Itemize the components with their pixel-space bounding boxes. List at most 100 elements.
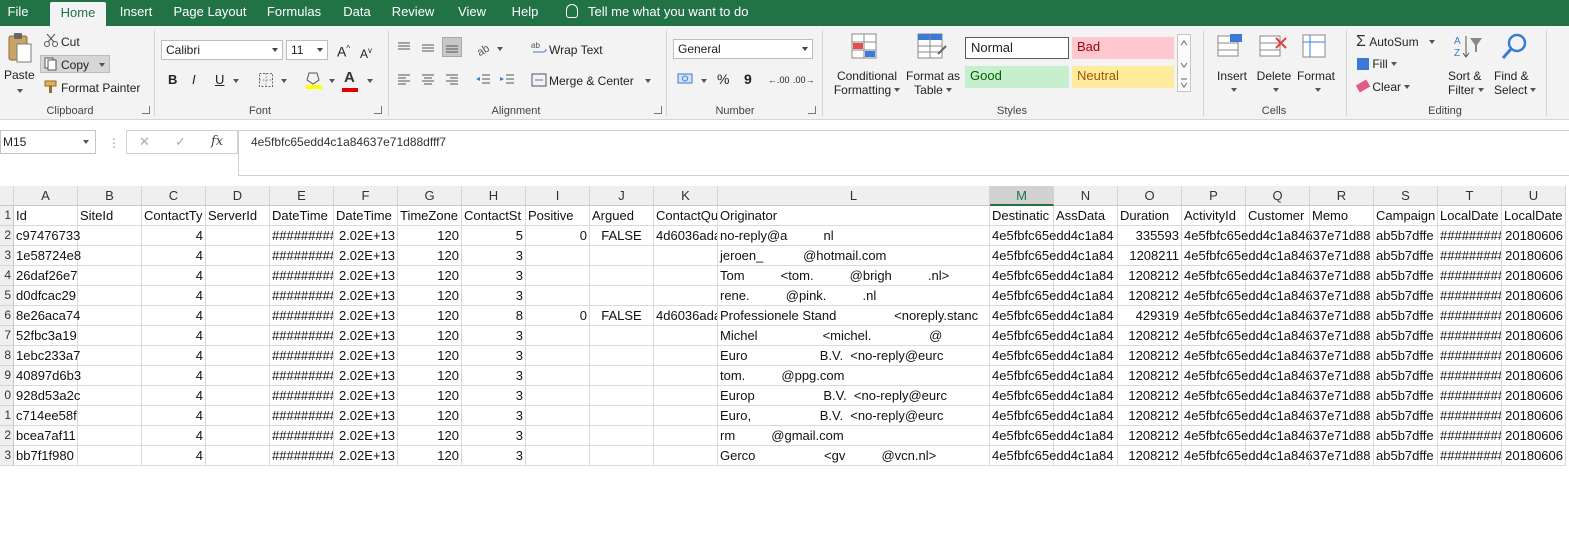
table-cell[interactable] <box>78 306 142 326</box>
number-launcher-icon[interactable] <box>808 106 816 114</box>
table-cell[interactable]: 4 <box>142 326 206 346</box>
table-cell[interactable]: 20180606 <box>1502 226 1566 246</box>
table-cell[interactable]: ######### <box>270 326 334 346</box>
table-cell[interactable]: ######### <box>270 406 334 426</box>
table-cell[interactable]: 3 <box>462 326 526 346</box>
find-select-button[interactable]: Find & Select <box>1494 69 1537 97</box>
table-cell[interactable]: ######### <box>1438 286 1502 306</box>
table-cell[interactable] <box>206 346 270 366</box>
column-header-t[interactable]: T <box>1438 186 1502 206</box>
row-header[interactable]: 2 <box>0 226 14 246</box>
table-cell[interactable]: 20180606 <box>1502 246 1566 266</box>
table-cell[interactable]: 4 <box>142 386 206 406</box>
table-cell[interactable]: no-reply@a nl <box>718 226 990 246</box>
column-header-p[interactable]: P <box>1182 186 1246 206</box>
table-cell[interactable]: ######### <box>270 386 334 406</box>
table-cell[interactable]: ######### <box>1438 266 1502 286</box>
table-cell[interactable]: ######### <box>270 366 334 386</box>
table-cell[interactable]: bb7f1f980 <box>14 446 78 466</box>
header-cell[interactable]: Positive <box>526 206 590 226</box>
table-cell[interactable]: 1208212 <box>1118 446 1182 466</box>
table-cell[interactable] <box>1246 386 1310 406</box>
table-cell[interactable] <box>654 246 718 266</box>
fill-color-icon[interactable] <box>305 70 323 93</box>
table-cell[interactable]: 1ebc233a7 <box>14 346 80 366</box>
format-as-table-button[interactable]: Format as Table <box>904 69 962 97</box>
table-cell[interactable]: ######### <box>1438 246 1502 266</box>
table-cell[interactable]: ######### <box>270 306 334 326</box>
table-cell[interactable]: ab5b7dffe <box>1374 326 1438 346</box>
header-cell[interactable]: Memo <box>1310 206 1374 226</box>
header-cell[interactable]: LocalDate <box>1502 206 1566 226</box>
column-header-a[interactable]: A <box>14 186 78 206</box>
table-cell[interactable]: 4e5fbfc65edd4c1a84 <box>990 346 1113 366</box>
wrap-text-button[interactable]: Wrap Text <box>549 43 603 57</box>
table-cell[interactable]: 4e5fbfc65edd4c1a84637e71d88 <box>1182 266 1371 286</box>
header-cell[interactable]: ContactQu <box>654 206 718 226</box>
table-cell[interactable]: 120 <box>398 226 462 246</box>
sort-filter-icon[interactable]: AZ <box>1452 32 1484 65</box>
table-cell[interactable]: jeroen_ @hotmail.com <box>718 246 990 266</box>
table-cell[interactable]: 2.02E+13 <box>334 386 398 406</box>
column-header-l[interactable]: L <box>718 186 990 206</box>
table-cell[interactable]: 4e5fbfc65edd4c1a84637e71d88 <box>1182 326 1371 346</box>
table-cell[interactable]: 120 <box>398 446 462 466</box>
grow-font-button[interactable]: A^ <box>337 42 350 59</box>
table-cell[interactable]: 2.02E+13 <box>334 446 398 466</box>
table-cell[interactable]: 120 <box>398 406 462 426</box>
table-cell[interactable]: 20180606 <box>1502 446 1566 466</box>
table-cell[interactable]: ab5b7dffe <box>1374 286 1438 306</box>
table-cell[interactable]: 4 <box>142 266 206 286</box>
header-cell[interactable]: Campaign <box>1374 206 1438 226</box>
table-cell[interactable]: Tom <tom. @brigh .nl> <box>718 266 990 286</box>
paste-button[interactable]: Paste <box>4 68 35 82</box>
table-cell[interactable] <box>1246 306 1310 326</box>
table-cell[interactable]: ######### <box>270 266 334 286</box>
table-cell[interactable] <box>590 266 654 286</box>
column-header-m[interactable]: M <box>990 186 1054 206</box>
header-cell[interactable]: LocalDate <box>1438 206 1502 226</box>
table-cell[interactable] <box>590 246 654 266</box>
table-cell[interactable]: 4e5fbfc65edd4c1a84 <box>990 366 1113 386</box>
table-cell[interactable]: 40897d6b3 <box>14 366 81 386</box>
table-cell[interactable] <box>654 406 718 426</box>
table-cell[interactable] <box>206 266 270 286</box>
column-header-b[interactable]: B <box>78 186 142 206</box>
header-cell[interactable]: Argued <box>590 206 654 226</box>
table-cell[interactable]: 120 <box>398 346 462 366</box>
header-cell[interactable]: Originator <box>718 206 990 226</box>
table-cell[interactable] <box>1246 266 1310 286</box>
table-cell[interactable]: 120 <box>398 426 462 446</box>
table-cell[interactable]: 120 <box>398 386 462 406</box>
column-header-u[interactable]: U <box>1502 186 1566 206</box>
table-cell[interactable]: 4e5fbfc65edd4c1a84 <box>990 286 1113 306</box>
table-cell[interactable]: 2.02E+13 <box>334 286 398 306</box>
table-cell[interactable] <box>206 406 270 426</box>
row-header[interactable]: 1 <box>0 406 14 426</box>
table-cell[interactable]: 3 <box>462 366 526 386</box>
table-cell[interactable]: 2.02E+13 <box>334 366 398 386</box>
table-cell[interactable] <box>206 446 270 466</box>
table-cell[interactable] <box>78 446 142 466</box>
table-cell[interactable]: 4e5fbfc65edd4c1a84637e71d88 <box>1182 346 1371 366</box>
table-cell[interactable] <box>78 326 142 346</box>
table-cell[interactable]: ######### <box>270 446 334 466</box>
column-header-o[interactable]: O <box>1118 186 1182 206</box>
table-cell[interactable]: 2.02E+13 <box>334 226 398 246</box>
table-cell[interactable]: 120 <box>398 306 462 326</box>
merge-center-dropdown[interactable] <box>642 74 651 88</box>
table-cell[interactable]: ######### <box>270 286 334 306</box>
percent-button[interactable]: % <box>717 72 729 86</box>
insert-function-icon[interactable]: fx <box>211 134 223 149</box>
table-cell[interactable]: tom. @ppg.com <box>718 366 990 386</box>
table-cell[interactable]: ######### <box>270 426 334 446</box>
table-cell[interactable]: ######### <box>1438 426 1502 446</box>
align-bottom-icon[interactable] <box>442 37 462 57</box>
table-cell[interactable]: 3 <box>462 406 526 426</box>
table-cell[interactable]: ab5b7dffe <box>1374 426 1438 446</box>
table-cell[interactable]: ######### <box>270 246 334 266</box>
table-cell[interactable]: 26daf26e7 <box>14 266 78 286</box>
table-cell[interactable]: 4d6036ada <box>654 226 718 246</box>
tab-file[interactable]: File <box>0 0 36 26</box>
style-bad[interactable]: Bad <box>1072 37 1174 59</box>
